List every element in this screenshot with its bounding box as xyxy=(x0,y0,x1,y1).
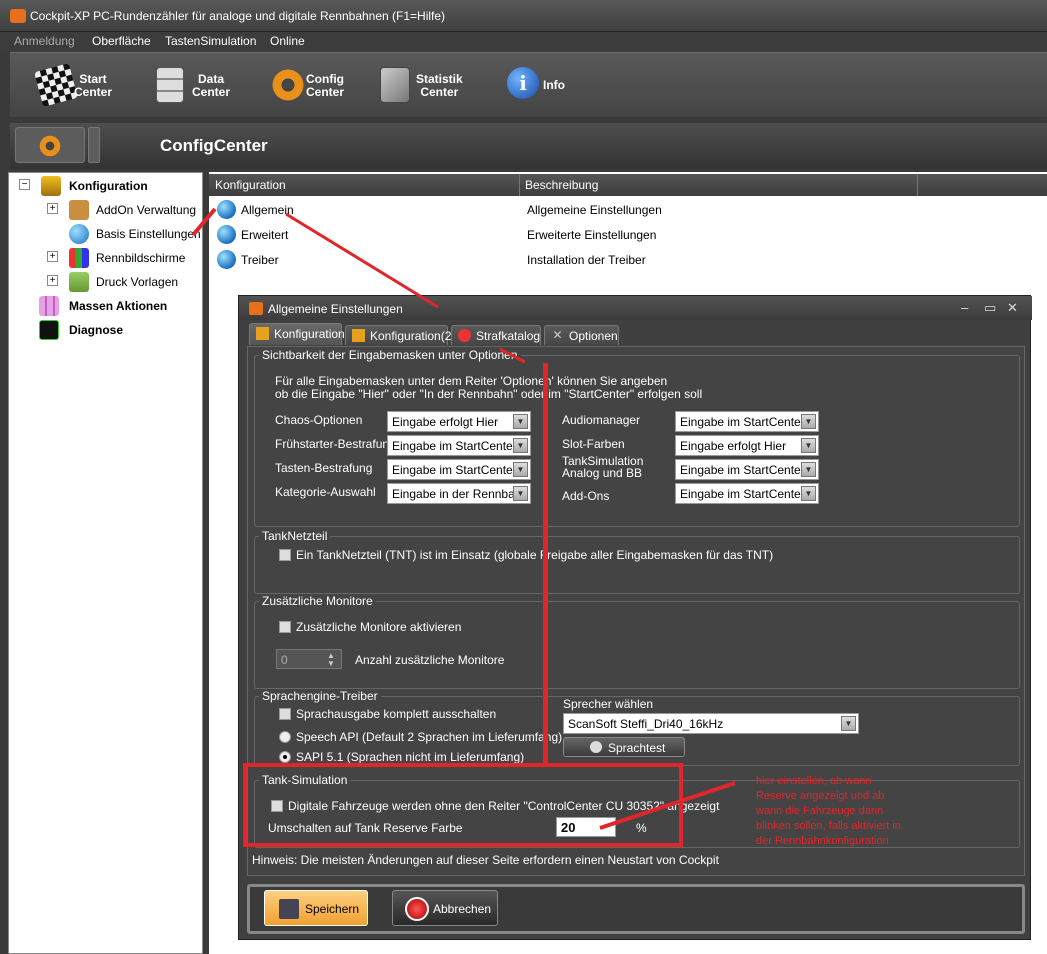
annotation-line xyxy=(543,363,548,765)
annotation-arrow xyxy=(285,212,439,309)
annotation-arrow xyxy=(499,347,526,364)
annotation-arrow xyxy=(599,781,736,830)
annotation-highlight-box xyxy=(243,763,683,847)
annotation-note: hier einstellen, ab wann Reserve angezei… xyxy=(756,775,901,847)
annotation-arrow xyxy=(191,207,217,237)
